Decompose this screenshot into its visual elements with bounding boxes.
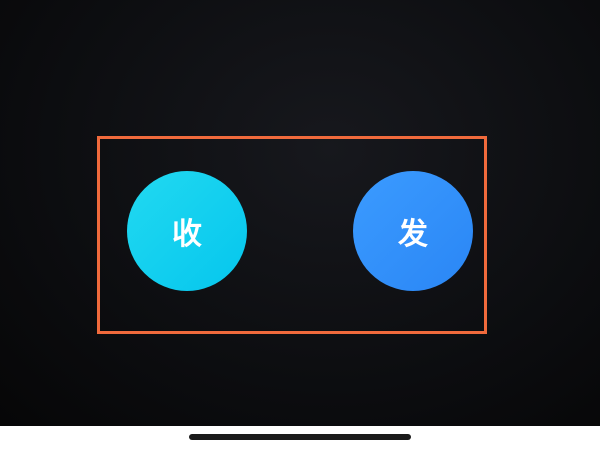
app-screen: 收 发 (0, 0, 600, 426)
home-indicator[interactable] (189, 434, 411, 440)
send-button[interactable]: 发 (353, 171, 473, 291)
send-button-label: 发 (398, 217, 428, 252)
receive-button[interactable]: 收 (127, 171, 247, 291)
receive-button-label: 收 (172, 217, 202, 252)
